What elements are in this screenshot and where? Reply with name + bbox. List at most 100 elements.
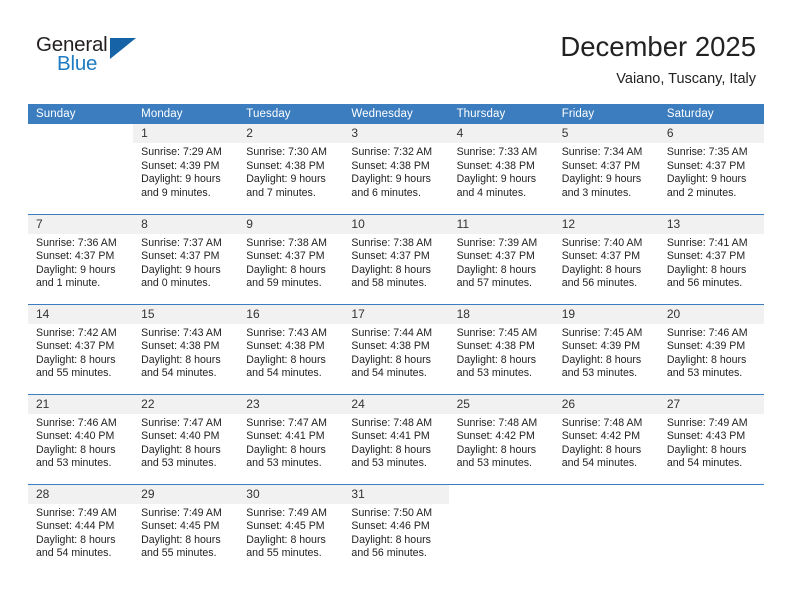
day-cell[interactable]: 26 Sunrise: 7:48 AM Sunset: 4:42 PM Dayl… (553, 393, 659, 484)
sunrise-text: Sunrise: 7:49 AM (246, 506, 327, 519)
sunset-text: Sunset: 4:42 PM (456, 430, 535, 443)
sunrise-text: Sunrise: 7:40 AM (561, 236, 643, 249)
sunset-text: Sunset: 4:38 PM (246, 159, 325, 172)
sunset-text: Sunset: 4:37 PM (351, 250, 430, 263)
daylight-text-line1: Daylight: 9 hours (351, 173, 431, 186)
sunset-text: Sunset: 4:37 PM (36, 340, 115, 353)
sunrise-text: Sunrise: 7:49 AM (666, 416, 748, 429)
day-cell[interactable] (28, 124, 134, 214)
day-cell[interactable]: 20 Sunrise: 7:46 AM Sunset: 4:39 PM Dayl… (658, 303, 764, 394)
day-number: 30 (238, 484, 344, 504)
day-cell[interactable]: 3 Sunrise: 7:32 AM Sunset: 4:38 PM Dayli… (343, 124, 449, 214)
daylight-text-line2: and 54 minutes. (246, 367, 322, 380)
sunrise-text: Sunrise: 7:46 AM (666, 326, 748, 339)
daylight-text-line1: Daylight: 9 hours (141, 263, 221, 276)
sunrise-text: Sunrise: 7:47 AM (141, 416, 222, 429)
day-cell[interactable]: 14 Sunrise: 7:42 AM Sunset: 4:37 PM Dayl… (28, 303, 134, 394)
daylight-text-line2: and 53 minutes. (456, 457, 532, 470)
day-details: Sunrise: 7:38 AM Sunset: 4:37 PM Dayligh… (343, 234, 448, 291)
day-cell[interactable]: 5 Sunrise: 7:34 AM Sunset: 4:37 PM Dayli… (553, 124, 659, 214)
daylight-text-line2: and 9 minutes. (141, 186, 211, 199)
sunset-text: Sunset: 4:40 PM (141, 430, 220, 443)
sunset-text: Sunset: 4:38 PM (456, 159, 535, 172)
day-cell[interactable]: 7 Sunrise: 7:36 AM Sunset: 4:37 PM Dayli… (28, 213, 134, 304)
day-details: Sunrise: 7:49 AM Sunset: 4:45 PM Dayligh… (238, 504, 343, 561)
sunset-text: Sunset: 4:38 PM (351, 340, 430, 353)
day-cell[interactable]: 28 Sunrise: 7:49 AM Sunset: 4:44 PM Dayl… (28, 483, 134, 574)
day-details: Sunrise: 7:43 AM Sunset: 4:38 PM Dayligh… (238, 324, 343, 381)
daylight-text-line1: Daylight: 8 hours (246, 353, 326, 366)
day-cell[interactable]: 4 Sunrise: 7:33 AM Sunset: 4:38 PM Dayli… (448, 124, 554, 214)
calendar-header-row: Sunday Monday Tuesday Wednesday Thursday… (28, 104, 764, 124)
general-blue-logo[interactable]: General Blue (36, 33, 186, 83)
daylight-text-line1: Daylight: 8 hours (36, 443, 116, 456)
day-cell[interactable]: 1 Sunrise: 7:29 AM Sunset: 4:39 PM Dayli… (133, 124, 239, 214)
daylight-text-line1: Daylight: 9 hours (456, 173, 537, 186)
daylight-text-line2: and 55 minutes. (141, 547, 217, 560)
day-details: Sunrise: 7:48 AM Sunset: 4:42 PM Dayligh… (554, 414, 659, 471)
daylight-text-line1: Daylight: 8 hours (561, 263, 642, 276)
day-cell[interactable]: 29 Sunrise: 7:49 AM Sunset: 4:45 PM Dayl… (133, 483, 239, 574)
day-cell[interactable]: 18 Sunrise: 7:45 AM Sunset: 4:38 PM Dayl… (448, 303, 554, 394)
day-cell[interactable]: 23 Sunrise: 7:47 AM Sunset: 4:41 PM Dayl… (238, 393, 344, 484)
day-number: 5 (553, 124, 659, 143)
sunset-text: Sunset: 4:39 PM (141, 159, 220, 172)
day-details: Sunrise: 7:37 AM Sunset: 4:37 PM Dayligh… (133, 234, 238, 291)
sunrise-text: Sunrise: 7:33 AM (456, 146, 538, 158)
day-cell[interactable]: 9 Sunrise: 7:38 AM Sunset: 4:37 PM Dayli… (238, 213, 344, 304)
day-cell[interactable]: 8 Sunrise: 7:37 AM Sunset: 4:37 PM Dayli… (133, 213, 239, 304)
day-cell[interactable] (553, 483, 659, 574)
day-cell[interactable]: 27 Sunrise: 7:49 AM Sunset: 4:43 PM Dayl… (658, 393, 764, 484)
daylight-text-line2: and 53 minutes. (666, 367, 743, 380)
day-cell[interactable]: 13 Sunrise: 7:41 AM Sunset: 4:37 PM Dayl… (658, 213, 764, 304)
week-row: 21 Sunrise: 7:46 AM Sunset: 4:40 PM Dayl… (28, 393, 764, 484)
day-cell[interactable]: 21 Sunrise: 7:46 AM Sunset: 4:40 PM Dayl… (28, 393, 134, 484)
daylight-text-line2: and 56 minutes. (351, 547, 427, 560)
day-cell[interactable]: 22 Sunrise: 7:47 AM Sunset: 4:40 PM Dayl… (133, 393, 239, 484)
sunrise-text: Sunrise: 7:32 AM (351, 146, 433, 158)
day-number: 22 (133, 394, 239, 414)
day-cell[interactable]: 11 Sunrise: 7:39 AM Sunset: 4:37 PM Dayl… (448, 213, 554, 304)
day-cell[interactable]: 24 Sunrise: 7:48 AM Sunset: 4:41 PM Dayl… (343, 393, 449, 484)
day-cell[interactable] (448, 483, 554, 574)
sunset-text: Sunset: 4:41 PM (351, 430, 430, 443)
day-details: Sunrise: 7:33 AM Sunset: 4:38 PM Dayligh… (449, 143, 554, 200)
day-number: 8 (133, 214, 239, 234)
day-number: 31 (343, 484, 449, 504)
day-cell[interactable]: 6 Sunrise: 7:35 AM Sunset: 4:37 PM Dayli… (658, 124, 764, 214)
daylight-text-line2: and 53 minutes. (351, 457, 427, 470)
day-number: 9 (238, 214, 344, 234)
day-cell[interactable]: 16 Sunrise: 7:43 AM Sunset: 4:38 PM Dayl… (238, 303, 344, 394)
daylight-text-line1: Daylight: 9 hours (36, 263, 116, 276)
sunset-text: Sunset: 4:37 PM (36, 250, 115, 263)
day-number: 21 (28, 394, 134, 414)
day-cell[interactable]: 25 Sunrise: 7:48 AM Sunset: 4:42 PM Dayl… (448, 393, 554, 484)
weekday-header-wednesday: Wednesday (343, 104, 449, 124)
day-details: Sunrise: 7:29 AM Sunset: 4:39 PM Dayligh… (133, 143, 238, 200)
sunset-text: Sunset: 4:37 PM (561, 250, 641, 263)
day-cell[interactable]: 15 Sunrise: 7:43 AM Sunset: 4:38 PM Dayl… (133, 303, 239, 394)
day-details: Sunrise: 7:49 AM Sunset: 4:43 PM Dayligh… (659, 414, 764, 471)
sunrise-text: Sunrise: 7:46 AM (36, 416, 117, 429)
sunset-text: Sunset: 4:37 PM (666, 159, 746, 172)
day-cell[interactable]: 10 Sunrise: 7:38 AM Sunset: 4:37 PM Dayl… (343, 213, 449, 304)
day-cell[interactable]: 2 Sunrise: 7:30 AM Sunset: 4:38 PM Dayli… (238, 124, 344, 214)
day-details: Sunrise: 7:46 AM Sunset: 4:39 PM Dayligh… (659, 324, 764, 381)
sunset-text: Sunset: 4:44 PM (36, 520, 115, 533)
day-cell[interactable]: 12 Sunrise: 7:40 AM Sunset: 4:37 PM Dayl… (553, 213, 659, 304)
daylight-text-line1: Daylight: 8 hours (456, 353, 537, 366)
week-row: 1 Sunrise: 7:29 AM Sunset: 4:39 PM Dayli… (28, 124, 764, 214)
day-cell[interactable]: 17 Sunrise: 7:44 AM Sunset: 4:38 PM Dayl… (343, 303, 449, 394)
day-cell[interactable] (658, 483, 764, 574)
day-cell[interactable]: 30 Sunrise: 7:49 AM Sunset: 4:45 PM Dayl… (238, 483, 344, 574)
day-number: 1 (133, 124, 239, 143)
daylight-text-line2: and 7 minutes. (246, 186, 316, 199)
sunset-text: Sunset: 4:37 PM (456, 250, 535, 263)
day-details: Sunrise: 7:48 AM Sunset: 4:41 PM Dayligh… (343, 414, 448, 471)
day-cell[interactable]: 19 Sunrise: 7:45 AM Sunset: 4:39 PM Dayl… (553, 303, 659, 394)
day-details: Sunrise: 7:32 AM Sunset: 4:38 PM Dayligh… (343, 143, 448, 200)
day-cell[interactable]: 31 Sunrise: 7:50 AM Sunset: 4:46 PM Dayl… (343, 483, 449, 574)
sunset-text: Sunset: 4:38 PM (456, 340, 535, 353)
sunset-text: Sunset: 4:37 PM (666, 250, 746, 263)
daylight-text-line2: and 3 minutes. (561, 186, 632, 199)
